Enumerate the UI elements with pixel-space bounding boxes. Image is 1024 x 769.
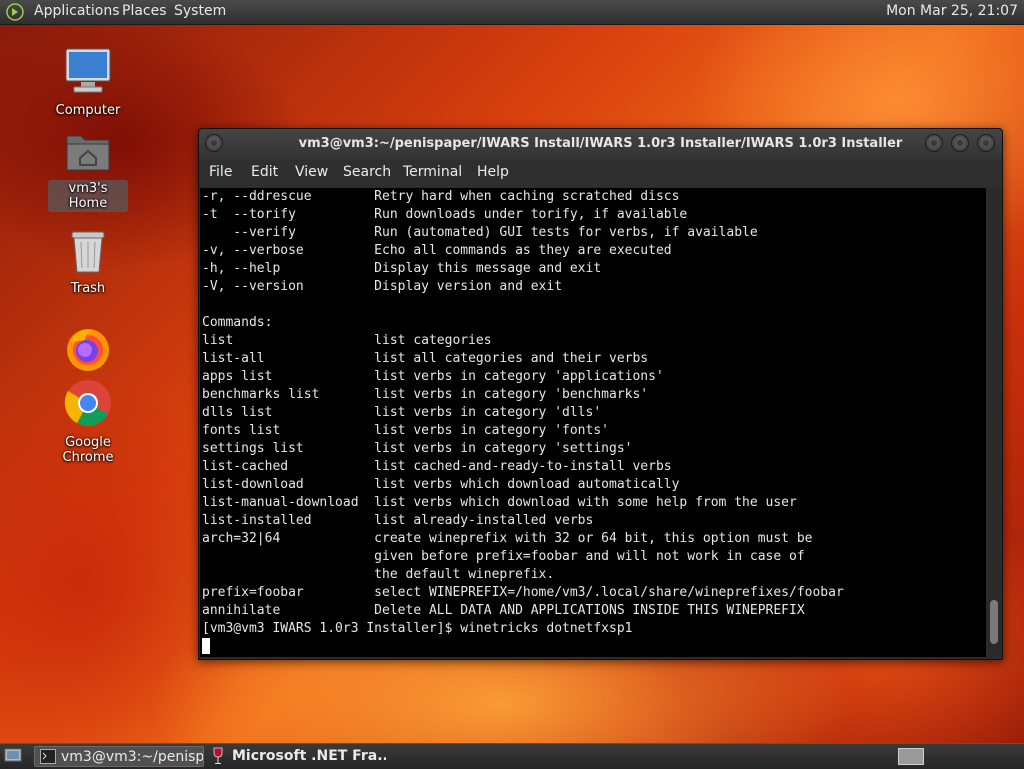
terminal-window[interactable]: vm3@vm3:~/penispaper/IWARS Install/IWARS… xyxy=(198,128,1003,660)
taskbar-item-label: vm3@vm3:~/penisp... xyxy=(61,749,204,765)
window-titlebar[interactable]: vm3@vm3:~/penispaper/IWARS Install/IWARS… xyxy=(199,129,1002,159)
menu-file[interactable]: File xyxy=(209,164,232,180)
computer-icon xyxy=(65,48,111,93)
bottom-panel: vm3@vm3:~/penisp... Microsoft .NET Fra..… xyxy=(0,743,1024,769)
terminal-line: --verify Run (automated) GUI tests for v… xyxy=(202,225,758,240)
distro-logo-icon xyxy=(6,3,24,21)
home-folder-icon xyxy=(66,135,110,171)
minimize-button[interactable] xyxy=(925,134,943,152)
workspace-switcher[interactable] xyxy=(898,748,924,765)
terminal-line: benchmarks list list verbs in category '… xyxy=(202,387,649,402)
top-panel: Applications Places System Mon Mar 25, 2… xyxy=(0,0,1024,25)
terminal-scrollbar[interactable] xyxy=(987,188,1001,657)
show-desktop-icon[interactable] xyxy=(4,748,22,764)
desktop-icon-firefox[interactable] xyxy=(48,324,128,378)
clock[interactable]: Mon Mar 25, 21:07 xyxy=(886,3,1018,19)
terminal-menubar: File Edit View Search Terminal Help xyxy=(199,159,1002,187)
terminal-line: list-manual-download list verbs which do… xyxy=(202,495,797,510)
terminal-cursor xyxy=(202,638,210,654)
terminal-line: the default wineprefix. xyxy=(202,567,555,582)
desktop-icon-label: Trash xyxy=(70,281,106,296)
terminal-icon xyxy=(40,749,56,764)
menu-help[interactable]: Help xyxy=(477,164,509,180)
firefox-icon xyxy=(67,329,109,371)
desktop-icon-home[interactable]: vm3's Home xyxy=(48,128,128,212)
menu-places[interactable]: Places xyxy=(122,3,167,19)
terminal-line: [vm3@vm3 IWARS 1.0r3 Installer]$ winetri… xyxy=(202,621,633,636)
close-button[interactable] xyxy=(977,134,995,152)
window-title: vm3@vm3:~/penispaper/IWARS Install/IWARS… xyxy=(298,136,903,151)
menu-view[interactable]: View xyxy=(295,164,328,180)
terminal-line: given before prefix=foobar and will not … xyxy=(202,549,805,564)
terminal-line: list list categories xyxy=(202,333,492,348)
terminal-line: dlls list list verbs in category 'dlls' xyxy=(202,405,602,420)
menu-edit[interactable]: Edit xyxy=(251,164,278,180)
wine-icon xyxy=(213,747,223,764)
terminal-line: -h, --help Display this message and exit xyxy=(202,261,602,276)
trash-icon xyxy=(71,231,105,273)
terminal-line: settings list list verbs in category 'se… xyxy=(202,441,633,456)
desktop-icon-computer[interactable]: Computer xyxy=(48,46,128,119)
menu-search[interactable]: Search xyxy=(343,164,391,180)
terminal-line: -r, --ddrescue Retry hard when caching s… xyxy=(202,189,680,204)
terminal-line: annihilate Delete ALL DATA AND APPLICATI… xyxy=(202,603,805,618)
terminal-line: prefix=foobar select WINEPREFIX=/home/vm… xyxy=(202,585,844,600)
terminal-line: -t --torify Run downloads under torify, … xyxy=(202,207,688,222)
terminal-lines: -r, --ddrescue Retry hard when caching s… xyxy=(202,188,844,657)
terminal-line: apps list list verbs in category 'applic… xyxy=(202,369,664,384)
desktop-icon-chrome[interactable]: Google Chrome xyxy=(48,378,128,466)
maximize-button[interactable] xyxy=(951,134,969,152)
desktop-icon-trash[interactable]: Trash xyxy=(48,228,128,297)
terminal-line: Commands: xyxy=(202,315,273,330)
desktop-icon-label: Google Chrome xyxy=(62,435,114,465)
terminal-line: fonts list list verbs in category 'fonts… xyxy=(202,423,609,438)
chrome-icon xyxy=(64,380,111,426)
scrollbar-thumb[interactable] xyxy=(990,600,998,644)
menu-terminal[interactable]: Terminal xyxy=(403,164,462,180)
menu-applications[interactable]: Applications xyxy=(34,3,120,19)
terminal-line: -V, --version Display version and exit xyxy=(202,279,563,294)
terminal-line: list-installed list already-installed ve… xyxy=(202,513,594,528)
menu-system[interactable]: System xyxy=(174,3,226,19)
terminal-line: list-download list verbs which download … xyxy=(202,477,680,492)
desktop-icon-label: Computer xyxy=(55,103,121,118)
taskbar-item-terminal[interactable]: vm3@vm3:~/penisp... xyxy=(34,746,204,767)
desktop-icon-label: vm3's Home xyxy=(48,180,128,212)
terminal-line: arch=32|64 create wineprefix with 32 or … xyxy=(202,531,813,546)
taskbar-item-wine[interactable]: Microsoft .NET Fra... xyxy=(206,746,386,767)
terminal-output[interactable]: -r, --ddrescue Retry hard when caching s… xyxy=(200,188,986,657)
terminal-line: -v, --verbose Echo all commands as they … xyxy=(202,243,672,258)
terminal-line: list-all list all categories and their v… xyxy=(202,351,649,366)
taskbar-item-label: Microsoft .NET Fra... xyxy=(232,748,386,764)
terminal-line: list-cached list cached-and-ready-to-ins… xyxy=(202,459,672,474)
